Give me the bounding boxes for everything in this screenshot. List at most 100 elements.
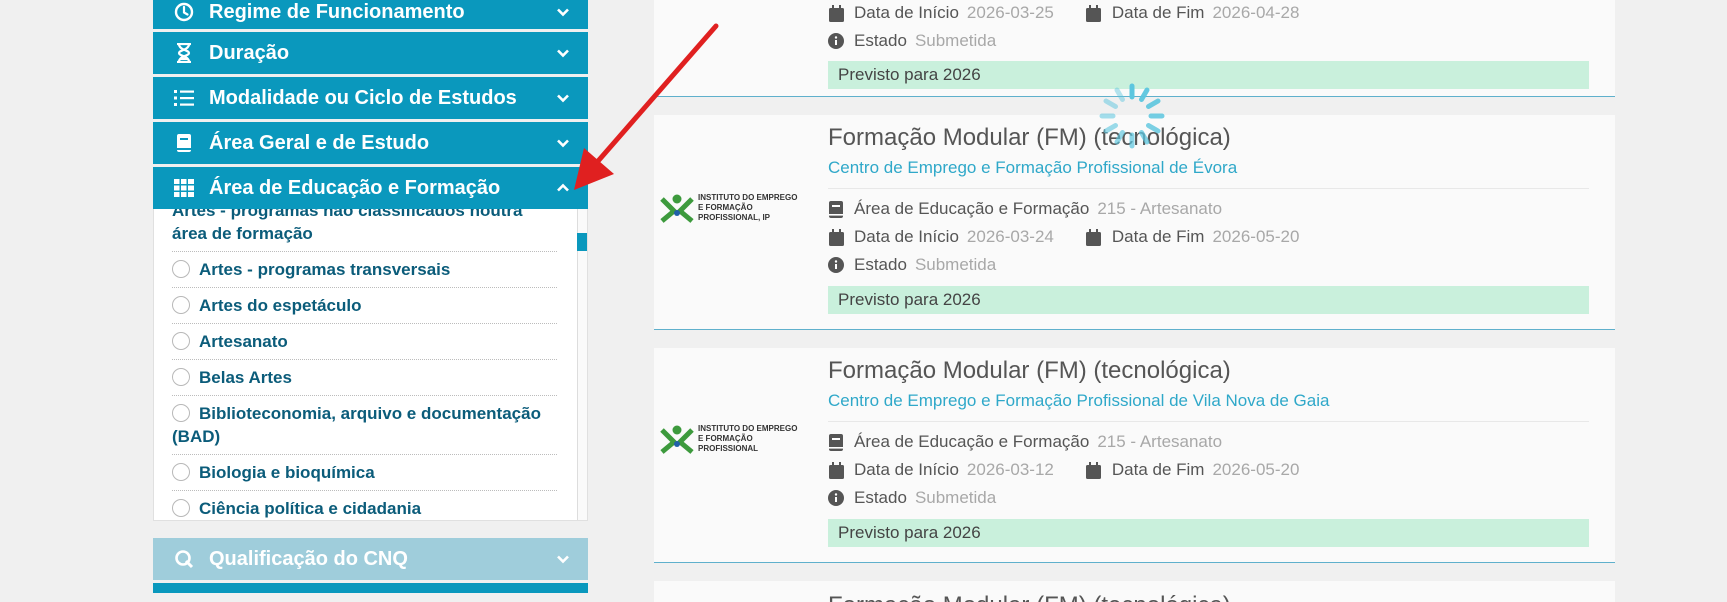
area-option[interactable]: Ciência política e cidadania xyxy=(172,491,557,520)
end-date-value: 2026-05-20 xyxy=(1212,227,1300,246)
status-label: Estado xyxy=(854,488,907,507)
radio-button[interactable] xyxy=(172,296,190,314)
logo-text-line2: E FORMAÇÃO PROFISSIONAL, IP xyxy=(698,203,771,222)
info-icon xyxy=(828,256,844,274)
training-center-link[interactable]: Centro de Emprego e Formação Profissiona… xyxy=(828,156,1589,180)
start-date-label: Data de Início xyxy=(854,460,959,479)
filter-header-area-educacao[interactable]: Área de Educação e Formação xyxy=(153,167,588,209)
chevron-down-icon[interactable] xyxy=(553,88,573,108)
status-row: Estado Submetida xyxy=(828,27,1589,55)
dates-row: Data de Início 2026-03-25 Data de Fim 20… xyxy=(828,0,1589,27)
area-value: 215 - Artesanato xyxy=(1097,432,1223,451)
area-label: Área de Educação e Formação xyxy=(854,432,1090,451)
calendar-icon xyxy=(1086,4,1102,22)
filter-header-label: Regime de Funcionamento xyxy=(209,0,465,23)
filter-header-label: Qualificação do CNQ xyxy=(209,547,408,570)
area-option[interactable]: Belas Artes xyxy=(172,360,557,396)
scrollbar[interactable] xyxy=(577,209,587,520)
area-option-label: Biologia e bioquímica xyxy=(199,463,375,482)
end-date-value: 2026-05-20 xyxy=(1212,460,1300,479)
area-option-label: Artes - programas transversais xyxy=(199,260,451,279)
course-title[interactable]: Formação Modular (FM) (tecnológica) xyxy=(828,355,1589,387)
filter-header-label: Área de Educação e Formação xyxy=(209,176,501,199)
dates-row: Data de Início 2026-03-12 Data de Fim 20… xyxy=(828,456,1589,484)
area-option[interactable]: Biologia e bioquímica xyxy=(172,455,557,491)
area-row: Área de Educação e Formação 215 - Artesa… xyxy=(828,195,1589,223)
list-icon xyxy=(173,87,195,109)
start-date-label: Data de Início xyxy=(854,3,959,22)
calendar-icon xyxy=(828,4,844,22)
chevron-down-icon[interactable] xyxy=(553,133,573,153)
logo-text-line2: E FORMAÇÃO PROFISSIONAL xyxy=(698,434,759,453)
start-date-value: 2026-03-25 xyxy=(966,3,1054,22)
area-option-label: Artesanato xyxy=(199,332,288,351)
hourglass-icon xyxy=(173,42,195,64)
forecast-banner: Previsto para 2026 xyxy=(828,519,1589,547)
course-title[interactable]: Formação Modular (FM) (tecnológica) xyxy=(828,590,1589,602)
chevron-down-icon[interactable] xyxy=(553,43,573,63)
scrollbar-thumb[interactable] xyxy=(577,233,587,251)
filters-panel: Regime de Funcionamento Duração Modalida… xyxy=(153,0,588,593)
end-date-value: 2026-04-28 xyxy=(1212,3,1300,22)
area-option-label: Ciência política e cidadania xyxy=(199,499,422,518)
chevron-down-icon[interactable] xyxy=(553,549,573,569)
area-options-list[interactable]: Artes - programas não classificados nout… xyxy=(153,209,588,521)
filter-header-qualificacao[interactable]: Qualificação do CNQ xyxy=(153,538,588,580)
area-option[interactable]: Artes - programas não classificados nout… xyxy=(172,209,557,252)
forecast-banner: Previsto para 2026 xyxy=(828,61,1589,89)
area-row: Área de Educação e Formação 215 - Artesa… xyxy=(828,428,1589,456)
chevron-down-icon[interactable] xyxy=(553,2,573,22)
iefp-logo-icon xyxy=(660,193,694,223)
end-date-label: Data de Fim xyxy=(1111,227,1205,246)
calendar-icon xyxy=(828,228,844,246)
filter-header-regime[interactable]: Regime de Funcionamento xyxy=(153,0,588,29)
dates-row: Data de Início 2026-03-24 Data de Fim 20… xyxy=(828,223,1589,251)
area-option[interactable]: Biblioteconomia, arquivo e documentação … xyxy=(172,396,557,455)
radio-button[interactable] xyxy=(172,332,190,350)
logo-text-line1: INSTITUTO DO EMPREGO xyxy=(698,424,798,433)
status-value: Submetida xyxy=(914,31,997,50)
status-value: Submetida xyxy=(914,488,997,507)
end-date-label: Data de Fim xyxy=(1111,3,1205,22)
clock-icon xyxy=(173,1,195,23)
radio-button[interactable] xyxy=(172,404,190,422)
forecast-banner: Previsto para 2026 xyxy=(828,286,1589,314)
filter-header-duracao[interactable]: Duração xyxy=(153,32,588,74)
area-option[interactable]: Artes - programas transversais xyxy=(172,252,557,288)
radio-button[interactable] xyxy=(172,260,190,278)
divider xyxy=(828,421,1589,422)
divider xyxy=(828,188,1589,189)
info-icon xyxy=(828,32,844,50)
calendar-icon xyxy=(1086,461,1102,479)
course-title[interactable]: Formação Modular (FM) (tecnológica) xyxy=(828,122,1589,154)
info-icon xyxy=(828,489,844,507)
status-label: Estado xyxy=(854,255,907,274)
logo-text-line1: INSTITUTO DO EMPREGO xyxy=(698,193,798,202)
filter-header-area-geral[interactable]: Área Geral e de Estudo xyxy=(153,122,588,164)
filter-header-modalidade[interactable]: Modalidade ou Ciclo de Estudos xyxy=(153,77,588,119)
book-icon xyxy=(828,200,844,218)
training-center-link[interactable]: Centro de Emprego e Formação Profissiona… xyxy=(828,389,1589,413)
radio-button[interactable] xyxy=(172,463,190,481)
q-icon xyxy=(173,548,195,570)
radio-button[interactable] xyxy=(172,499,190,517)
start-date-label: Data de Início xyxy=(854,227,959,246)
loading-spinner-icon xyxy=(1096,80,1168,152)
area-option[interactable]: Artes do espetáculo xyxy=(172,288,557,324)
area-option-label: Artes - programas não classificados nout… xyxy=(172,209,523,243)
status-row: Estado Submetida xyxy=(828,484,1589,512)
area-option[interactable]: Artesanato xyxy=(172,324,557,360)
calendar-icon xyxy=(1086,228,1102,246)
status-label: Estado xyxy=(854,31,907,50)
radio-button[interactable] xyxy=(172,368,190,386)
area-value: 215 - Artesanato xyxy=(1097,199,1223,218)
result-card[interactable]: INSTITUTO DO EMPREGO E FORMAÇÃO PROFISSI… xyxy=(654,348,1615,563)
end-date-label: Data de Fim xyxy=(1111,460,1205,479)
area-option-label: Biblioteconomia, arquivo e documentação … xyxy=(172,404,541,446)
status-value: Submetida xyxy=(914,255,997,274)
book-icon xyxy=(173,132,195,154)
calendar-icon xyxy=(828,461,844,479)
chevron-up-icon[interactable] xyxy=(553,178,573,198)
filter-header-next[interactable] xyxy=(153,583,588,593)
result-card[interactable]: Formação Modular (FM) (tecnológica) xyxy=(654,581,1615,602)
